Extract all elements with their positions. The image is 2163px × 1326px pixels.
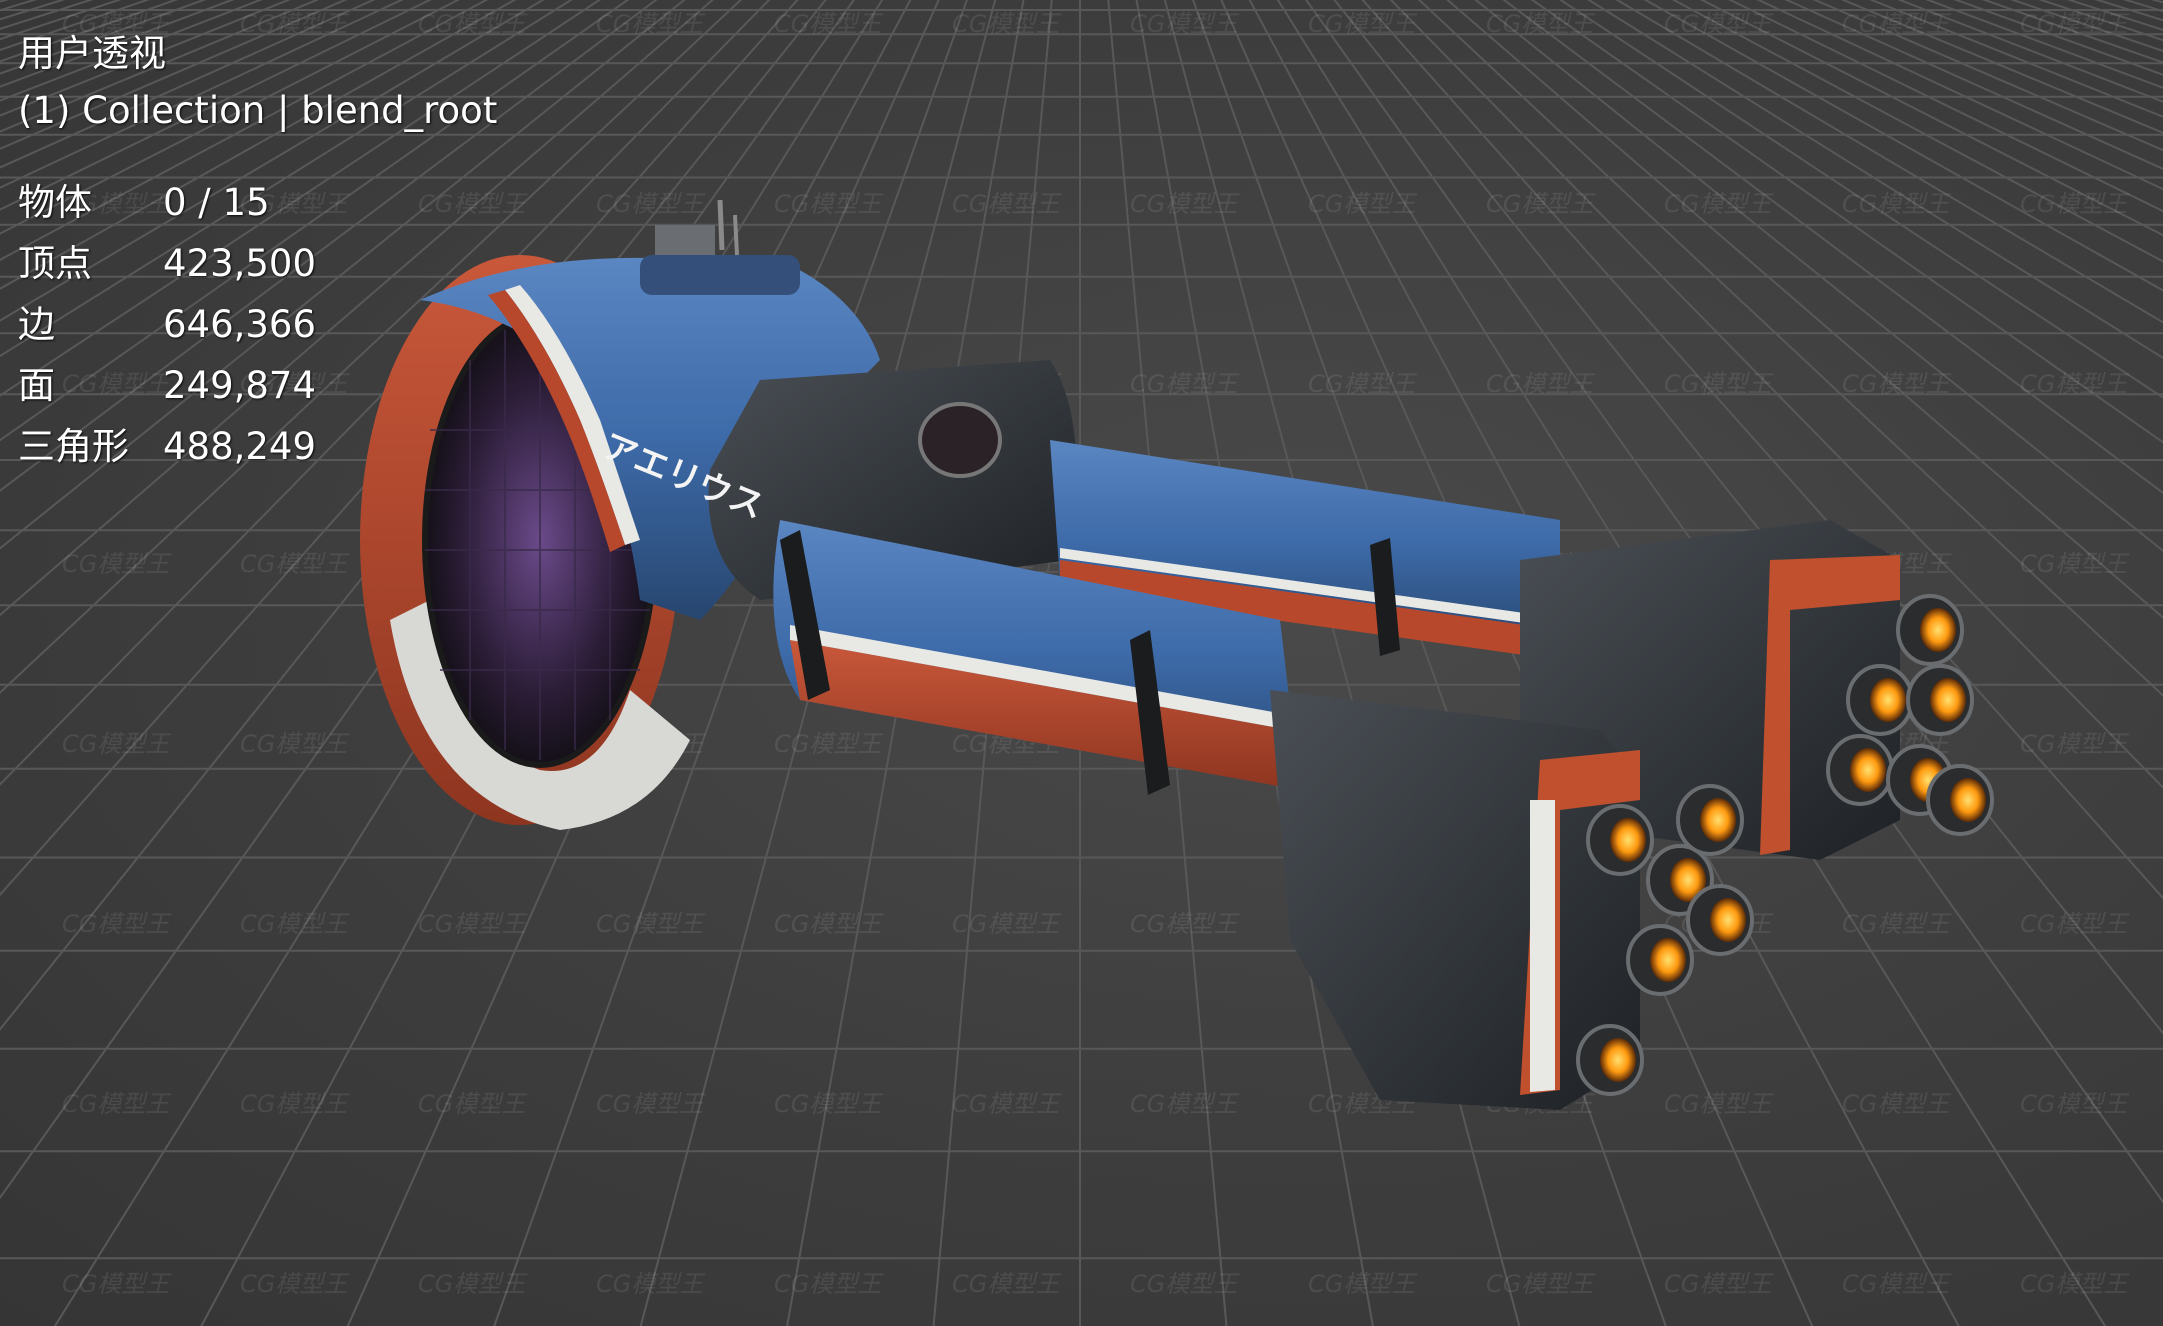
svg-text:CG模型王: CG模型王 [240, 550, 350, 578]
svg-text:CG模型王: CG模型王 [774, 1090, 884, 1118]
svg-text:CG模型王: CG模型王 [2020, 1270, 2130, 1298]
view-name: 用户透视 [18, 32, 166, 75]
stat-label: 面 [18, 363, 55, 407]
svg-text:CG模型王: CG模型王 [596, 10, 706, 38]
svg-text:CG模型王: CG模型王 [952, 1270, 1062, 1298]
svg-text:CG模型王: CG模型王 [1486, 370, 1596, 398]
svg-text:CG模型王: CG模型王 [952, 190, 1062, 218]
svg-text:CG模型王: CG模型王 [952, 1090, 1062, 1118]
svg-text:CG模型王: CG模型王 [952, 910, 1062, 938]
stat-value: 423,500 [163, 241, 317, 285]
svg-text:CG模型王: CG模型王 [1308, 190, 1418, 218]
svg-text:CG模型王: CG模型王 [240, 910, 350, 938]
svg-text:CG模型王: CG模型王 [2020, 1090, 2130, 1118]
svg-text:CG模型王: CG模型王 [774, 910, 884, 938]
viewport-info-overlay: 用户透视 (1) Collection | blend_root 物体 0 / … [18, 28, 497, 477]
svg-text:CG模型王: CG模型王 [62, 550, 172, 578]
svg-text:CG模型王: CG模型王 [596, 1270, 706, 1298]
svg-text:CG模型王: CG模型王 [1842, 370, 1952, 398]
svg-text:CG模型王: CG模型王 [774, 10, 884, 38]
spaceship-model[interactable]: アエリウス [360, 199, 1994, 1110]
svg-text:CG模型王: CG模型王 [1130, 10, 1240, 38]
svg-text:CG模型王: CG模型王 [418, 1090, 528, 1118]
svg-text:CG模型王: CG模型王 [62, 1090, 172, 1118]
svg-text:CG模型王: CG模型王 [1130, 1090, 1240, 1118]
stat-value: 646,366 [163, 302, 317, 346]
svg-text:CG模型王: CG模型王 [596, 190, 706, 218]
svg-text:CG模型王: CG模型王 [774, 190, 884, 218]
svg-text:CG模型王: CG模型王 [1664, 370, 1774, 398]
svg-text:CG模型王: CG模型王 [1308, 10, 1418, 38]
stat-edges: 边 646,366 [18, 294, 497, 355]
svg-text:CG模型王: CG模型王 [596, 1090, 706, 1118]
stat-objects: 物体 0 / 15 [18, 172, 497, 233]
svg-text:CG模型王: CG模型王 [418, 910, 528, 938]
svg-text:CG模型王: CG模型王 [240, 730, 350, 758]
svg-text:CG模型王: CG模型王 [418, 1270, 528, 1298]
stat-triangles: 三角形 488,249 [18, 416, 497, 477]
svg-text:CG模型王: CG模型王 [1664, 190, 1774, 218]
3d-viewport[interactable]: CG模型王 CG模型王 CG模型王 CG模型王 CG模型王 CG模型王 CG模型王 CG模型王… [0, 0, 2163, 1326]
svg-text:CG模型王: CG模型王 [1486, 190, 1596, 218]
svg-text:CG模型王: CG模型王 [1842, 1270, 1952, 1298]
svg-text:CG模型王: CG模型王 [240, 1090, 350, 1118]
svg-text:CG模型王: CG模型王 [1842, 190, 1952, 218]
stat-faces: 面 249,874 [18, 355, 497, 416]
svg-text:CG模型王: CG模型王 [1486, 1270, 1596, 1298]
svg-text:CG模型王: CG模型王 [1842, 910, 1952, 938]
stat-label: 物体 [18, 180, 92, 224]
svg-text:CG模型王: CG模型王 [1308, 370, 1418, 398]
svg-text:CG模型王: CG模型王 [952, 10, 1062, 38]
svg-text:CG模型王: CG模型王 [2020, 910, 2130, 938]
svg-text:CG模型王: CG模型王 [1664, 1270, 1774, 1298]
svg-text:CG模型王: CG模型王 [596, 910, 706, 938]
svg-text:CG模型王: CG模型王 [1130, 910, 1240, 938]
svg-text:CG模型王: CG模型王 [1664, 1090, 1774, 1118]
svg-text:CG模型王: CG模型王 [240, 1270, 350, 1298]
svg-text:CG模型王: CG模型王 [2020, 370, 2130, 398]
svg-text:CG模型王: CG模型王 [62, 1270, 172, 1298]
collection-name: (1) Collection | blend_root [18, 89, 498, 132]
sensor-dome [918, 402, 1002, 478]
stat-value: 249,874 [163, 363, 317, 407]
stat-value: 0 / 15 [163, 180, 270, 224]
svg-text:CG模型王: CG模型王 [2020, 190, 2130, 218]
stat-label: 三角形 [18, 424, 129, 468]
svg-text:CG模型王: CG模型王 [2020, 10, 2130, 38]
svg-text:CG模型王: CG模型王 [1486, 10, 1596, 38]
svg-text:CG模型王: CG模型王 [62, 730, 172, 758]
svg-text:CG模型王: CG模型王 [62, 910, 172, 938]
stat-vertices: 顶点 423,500 [18, 233, 497, 294]
stat-value: 488,249 [163, 424, 317, 468]
svg-text:CG模型王: CG模型王 [1842, 10, 1952, 38]
svg-text:CG模型王: CG模型王 [1664, 10, 1774, 38]
stat-label: 顶点 [18, 241, 92, 285]
svg-text:CG模型王: CG模型王 [2020, 550, 2130, 578]
svg-text:CG模型王: CG模型王 [774, 730, 884, 758]
svg-text:CG模型王: CG模型王 [1308, 1270, 1418, 1298]
svg-text:CG模型王: CG模型王 [1130, 190, 1240, 218]
stat-label: 边 [18, 302, 55, 346]
svg-text:CG模型王: CG模型王 [1130, 1270, 1240, 1298]
svg-text:CG模型王: CG模型王 [774, 1270, 884, 1298]
svg-text:CG模型王: CG模型王 [2020, 730, 2130, 758]
svg-text:CG模型王: CG模型王 [1130, 370, 1240, 398]
svg-text:CG模型王: CG模型王 [1842, 1090, 1952, 1118]
top-turret-base [640, 255, 800, 295]
